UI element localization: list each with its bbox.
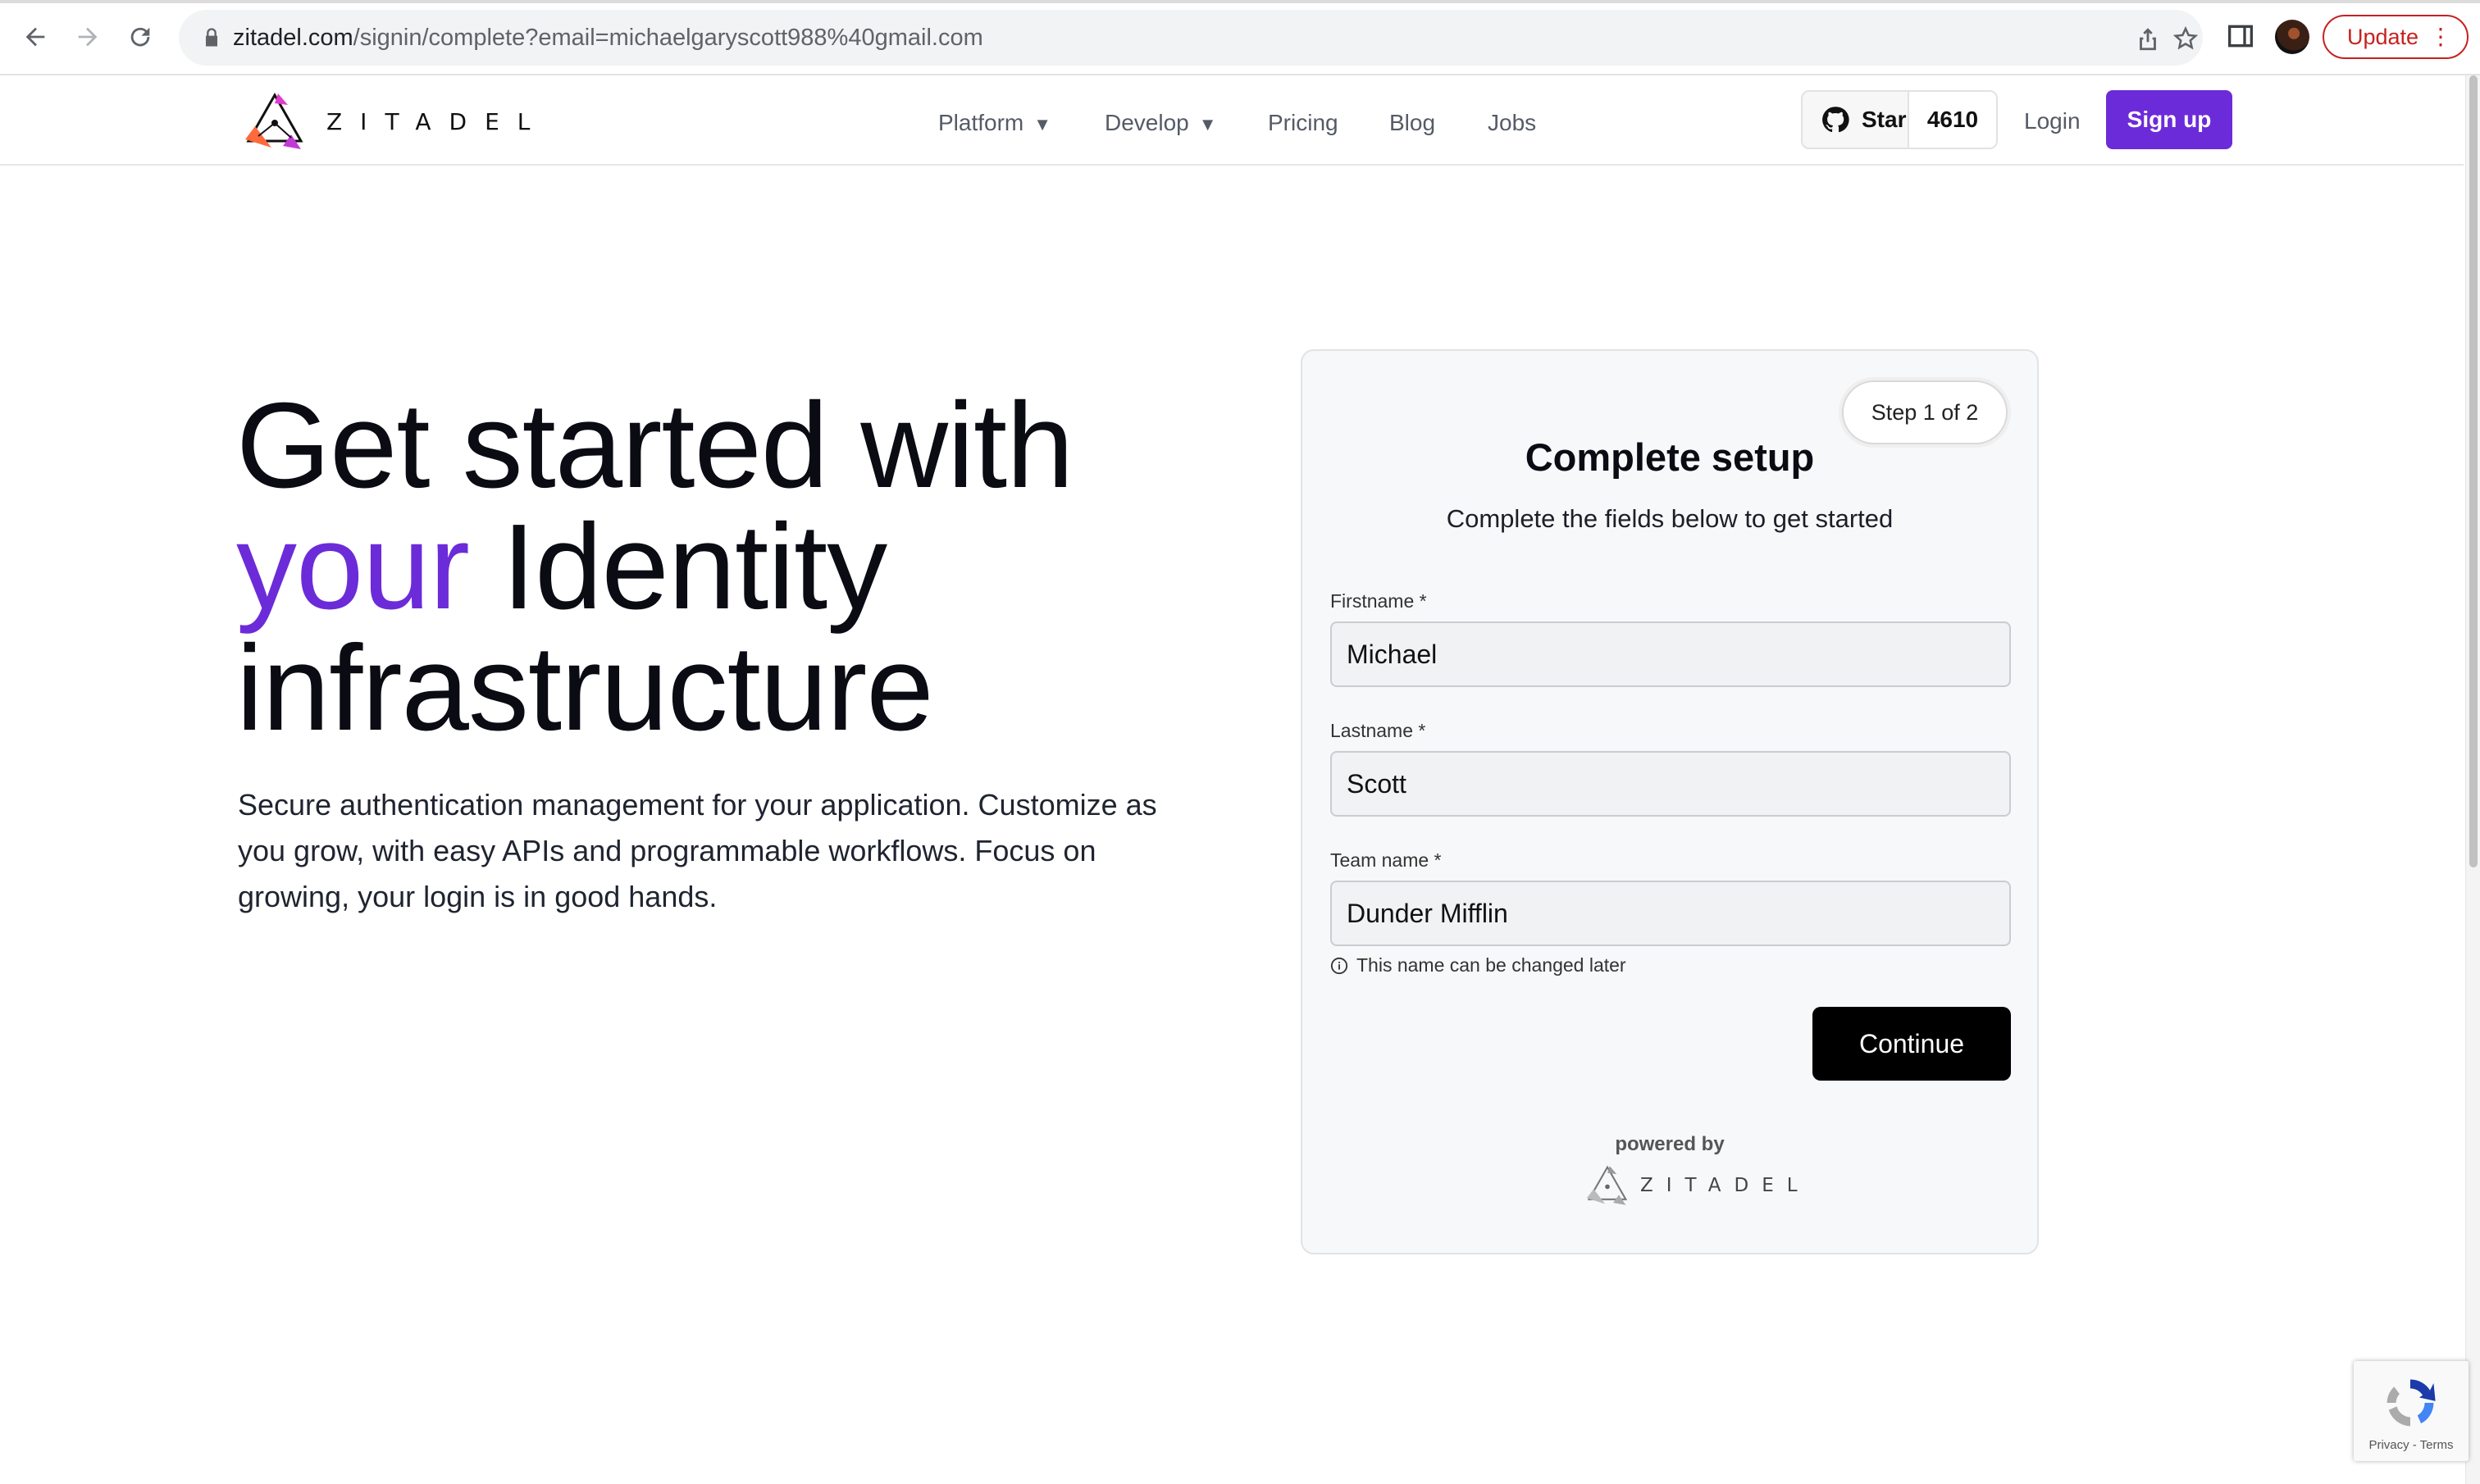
powered-by-wordmark: ZITADEL (1640, 1175, 1811, 1196)
login-link[interactable]: Login (2024, 105, 2081, 138)
continue-button[interactable]: Continue (1812, 1007, 2011, 1081)
nav-blog[interactable]: Blog (1389, 107, 1435, 139)
powered-by-label: powered by (1615, 1133, 1725, 1155)
main-nav: Platform ▼ Develop ▼ Pricing Blog Jobs (0, 107, 2464, 139)
nav-platform-label: Platform (938, 110, 1024, 135)
github-star-count[interactable]: 4610 (1909, 92, 1996, 148)
firstname-label: Firstname * (1330, 590, 1427, 612)
lastname-field[interactable]: Scott (1330, 751, 2011, 817)
zitadel-logo-icon (1586, 1165, 1628, 1205)
hero-title-accent: your (236, 499, 470, 635)
hero-subtitle: Secure authentication management for you… (238, 788, 1157, 913)
lock-icon[interactable] (200, 26, 223, 49)
share-icon[interactable] (2134, 25, 2162, 52)
reload-icon[interactable] (121, 18, 159, 56)
github-star-button[interactable]: Star (1803, 92, 1909, 148)
caret-down-icon: ▼ (1198, 114, 1217, 134)
team-name-hint: This name can be changed later (1330, 954, 1626, 976)
recaptcha-badge[interactable]: Privacy - Terms (2354, 1361, 2469, 1461)
lastname-label: Lastname * (1330, 720, 1426, 741)
site-header: ZITADEL Platform ▼ Develop ▼ Pricing Blog … (0, 75, 2464, 166)
github-icon (1822, 107, 1849, 133)
side-panel-icon[interactable] (2224, 20, 2257, 52)
setup-title: Complete setup (1525, 435, 1815, 479)
tab-strip-edge (0, 0, 2480, 3)
address-bar[interactable]: zitadel.com/signin/complete?email=michae… (179, 10, 2203, 66)
info-icon (1330, 957, 1348, 974)
complete-setup-card: Step 1 of 2 Complete setup Complete the … (1301, 349, 2039, 1254)
setup-subtitle: Complete the fields below to get started (1446, 504, 1894, 533)
team-name-field[interactable]: Dunder Mifflin (1330, 881, 2011, 946)
github-star-widget[interactable]: Star 4610 (1801, 90, 1998, 149)
hero-title-line2: your Identity (236, 507, 1220, 628)
hero-title-line3: infrastructure (236, 621, 934, 756)
recaptcha-icon (2387, 1379, 2436, 1427)
update-label: Update (2347, 24, 2419, 49)
update-button[interactable]: Update ⋮ (2323, 15, 2469, 59)
browser-toolbar: zitadel.com/signin/complete?email=michae… (0, 0, 2480, 75)
scrollbar-thumb[interactable] (2469, 75, 2478, 867)
firstname-field[interactable]: Michael (1330, 621, 2011, 687)
hero-title-line1: Get started with (236, 378, 1074, 513)
caret-down-icon: ▼ (1033, 114, 1052, 134)
team-name-hint-text: This name can be changed later (1356, 954, 1626, 976)
nav-platform[interactable]: Platform ▼ (938, 107, 1051, 141)
back-arrow-icon[interactable] (16, 18, 54, 56)
url-path: /signin/complete?email=michaelgaryscott9… (353, 25, 983, 51)
page-scrollbar[interactable] (2465, 75, 2480, 1484)
forward-arrow-icon[interactable] (69, 18, 107, 56)
profile-avatar[interactable] (2275, 20, 2309, 54)
url-text: zitadel.com/signin/complete?email=michae… (233, 21, 983, 54)
star-icon[interactable] (2172, 25, 2200, 52)
nav-develop[interactable]: Develop ▼ (1105, 107, 1217, 141)
nav-develop-label: Develop (1105, 110, 1189, 135)
signup-button[interactable]: Sign up (2106, 90, 2232, 149)
hero-title: Get started with your Identity infrastru… (236, 385, 1220, 749)
recaptcha-terms[interactable]: Privacy - Terms (2354, 1438, 2469, 1452)
nav-pricing[interactable]: Pricing (1268, 107, 1338, 139)
kebab-menu-icon[interactable]: ⋮ (2429, 23, 2452, 51)
team-name-label: Team name * (1330, 849, 1442, 871)
url-host: zitadel.com (233, 25, 353, 51)
nav-jobs[interactable]: Jobs (1488, 107, 1536, 139)
github-star-label: Star (1862, 107, 1907, 132)
hero-title-line2-rest: Identity (468, 499, 887, 635)
powered-by-logo[interactable]: ZITADEL (1584, 1163, 1811, 1209)
